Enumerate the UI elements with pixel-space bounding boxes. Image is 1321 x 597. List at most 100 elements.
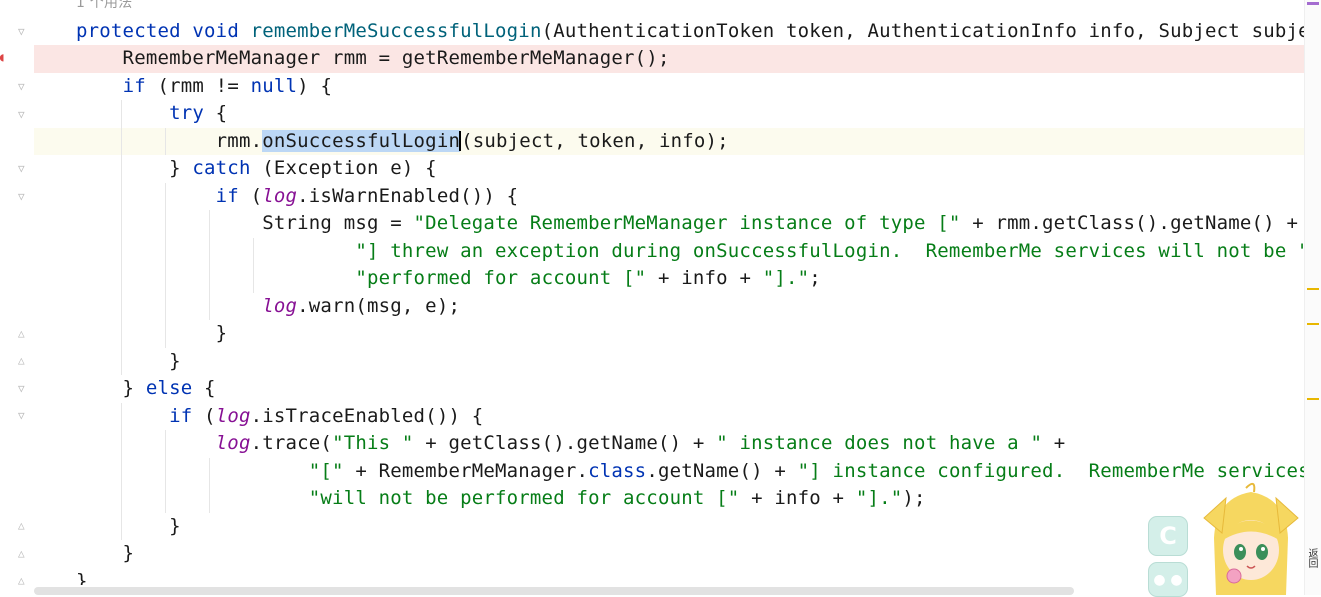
code-token: { (204, 102, 228, 124)
code-token: + (1042, 432, 1066, 454)
code-text[interactable]: } (76, 320, 227, 348)
fold-icon[interactable]: ▽ (18, 410, 30, 422)
code-token: " instance does not have a " (716, 432, 1043, 454)
code-line[interactable]: log.warn(msg, e); (34, 292, 1305, 321)
code-line[interactable]: RememberMeManager rmm = getRememberMeMan… (34, 45, 1305, 73)
code-line[interactable]: log.trace("This " + getClass().getName()… (34, 430, 1305, 458)
code-token: ; (809, 267, 821, 289)
code-text[interactable]: } else { (76, 375, 216, 403)
breakpoint-marker-icon[interactable]: ◖ (0, 50, 6, 64)
code-text[interactable]: log.warn(msg, e); (76, 293, 460, 321)
code-token: try (169, 102, 205, 124)
code-text[interactable]: protected void rememberMeSuccessfulLogin… (76, 18, 1305, 46)
usage-hint-line: 1 个用法 (34, 0, 1305, 18)
fold-icon[interactable]: △ (18, 328, 30, 340)
code-text[interactable]: } (76, 513, 181, 541)
code-text[interactable]: } catch (Exception e) { (76, 155, 437, 183)
fold-icon[interactable]: △ (18, 355, 30, 367)
fold-icon[interactable]: △ (18, 575, 30, 587)
code-text[interactable]: "performed for account [" + info + "]."; (76, 265, 821, 293)
vertical-scrollbar[interactable] (1304, 0, 1321, 595)
code-token: "This " (332, 432, 414, 454)
code-line[interactable]: } (34, 568, 1305, 586)
code-line[interactable]: "will not be performed for account [" + … (34, 485, 1305, 513)
code-text[interactable]: log.trace("This " + getClass().getName()… (76, 430, 1066, 458)
horizontal-scrollbar[interactable] (34, 587, 1074, 595)
code-line[interactable]: "] threw an exception during onSuccessfu… (34, 237, 1305, 266)
code-text[interactable]: try { (76, 100, 227, 128)
code-token: String msg = (76, 212, 414, 234)
code-text[interactable]: if (log.isTraceEnabled()) { (76, 403, 483, 431)
code-token: (subject, token, info); (461, 129, 729, 152)
code-token: "]." (855, 487, 903, 509)
fold-icon[interactable]: ▽ (18, 383, 30, 395)
code-token: ); (902, 487, 926, 509)
code-text[interactable]: rmm.onSuccessfulLogin(subject, token, in… (76, 128, 729, 156)
mascot-image[interactable] (1196, 478, 1306, 595)
code-token: (rmm != (145, 74, 251, 97)
error-stripe-marker[interactable] (1307, 2, 1319, 5)
code-line[interactable]: } (34, 320, 1305, 348)
code-token: null (250, 74, 298, 97)
code-line[interactable]: } (34, 512, 1305, 541)
code-token: } (76, 349, 181, 372)
code-token: { (192, 377, 216, 399)
code-line[interactable]: rmm.onSuccessfulLogin(subject, token, in… (34, 127, 1305, 156)
code-token: protected (76, 19, 181, 42)
code-text[interactable]: "will not be performed for account [" + … (76, 485, 926, 513)
warning-stripe-marker[interactable] (1307, 398, 1319, 400)
fold-icon[interactable]: ▽ (18, 163, 30, 175)
fold-icon[interactable]: ▽ (18, 191, 30, 203)
editor-gutter[interactable]: ◖ ▽ ▽ ▽ ▽ ▽ △ △ ▽ ▽ △ △ △ (0, 0, 34, 595)
fold-icon[interactable]: ▽ (18, 26, 30, 38)
code-text[interactable]: } (76, 348, 181, 376)
code-line[interactable]: } (34, 540, 1305, 568)
code-line[interactable]: } catch (Exception e) { (34, 155, 1305, 183)
code-text[interactable]: } (76, 540, 134, 568)
code-token: "performed for account [" (355, 267, 647, 289)
code-text[interactable]: } (76, 568, 88, 586)
floating-c-button[interactable]: C (1148, 516, 1188, 556)
code-line[interactable]: if (log.isTraceEnabled()) { (34, 402, 1305, 431)
code-line[interactable]: protected void rememberMeSuccessfulLogin… (34, 18, 1305, 46)
c-letter-icon: C (1159, 522, 1177, 550)
fold-icon[interactable]: ▽ (18, 81, 30, 93)
code-text[interactable]: if (rmm != null) { (76, 73, 332, 101)
code-text[interactable]: String msg = "Delegate RememberMeManager… (76, 210, 1298, 238)
code-text[interactable]: if (log.isWarnEnabled()) { (76, 183, 518, 211)
code-token: + info + (646, 267, 763, 289)
fold-icon[interactable]: △ (18, 548, 30, 560)
mascot-side-label[interactable]: 返回 (1306, 548, 1319, 595)
floating-dots-button[interactable]: ● ● (1148, 562, 1188, 597)
warning-stripe-marker[interactable] (1307, 288, 1319, 290)
warning-stripe-marker[interactable] (1307, 323, 1319, 325)
code-line[interactable]: "performed for account [" + info + "]."; (34, 265, 1305, 293)
code-line[interactable]: if (log.isWarnEnabled()) { (34, 182, 1305, 211)
code-line[interactable]: } (34, 347, 1305, 376)
code-token: } (76, 377, 146, 399)
code-token: + info + (739, 487, 856, 509)
code-token: (AuthenticationToken token, Authenticati… (541, 19, 1305, 42)
code-line[interactable]: try { (34, 100, 1305, 128)
code-line[interactable]: } else { (34, 375, 1305, 403)
code-token: RememberMeManager rmm = getRememberMeMan… (76, 47, 670, 69)
code-text[interactable]: RememberMeManager rmm = getRememberMeMan… (76, 45, 670, 73)
fold-icon[interactable]: △ (18, 520, 30, 532)
code-token: class (588, 459, 647, 482)
code-text[interactable]: "[" + RememberMeManager.class.getName() … (76, 458, 1305, 486)
code-token: .warn(msg, e); (297, 294, 461, 317)
code-token: (Exception e) { (250, 157, 437, 179)
code-line[interactable]: String msg = "Delegate RememberMeManager… (34, 210, 1305, 238)
code-line[interactable]: if (rmm != null) { (34, 73, 1305, 101)
code-token: log (262, 294, 298, 317)
usage-hint[interactable]: 1 个用法 (76, 0, 132, 18)
code-line[interactable]: "[" + RememberMeManager.class.getName() … (34, 457, 1305, 486)
code-editor[interactable]: 1 个用法 protected void rememberMeSuccessfu… (34, 0, 1305, 585)
code-token: + rmm.getClass().getName() + (960, 212, 1299, 234)
fold-icon[interactable]: ▽ (18, 109, 30, 121)
code-text[interactable]: "] threw an exception during onSuccessfu… (76, 238, 1305, 266)
